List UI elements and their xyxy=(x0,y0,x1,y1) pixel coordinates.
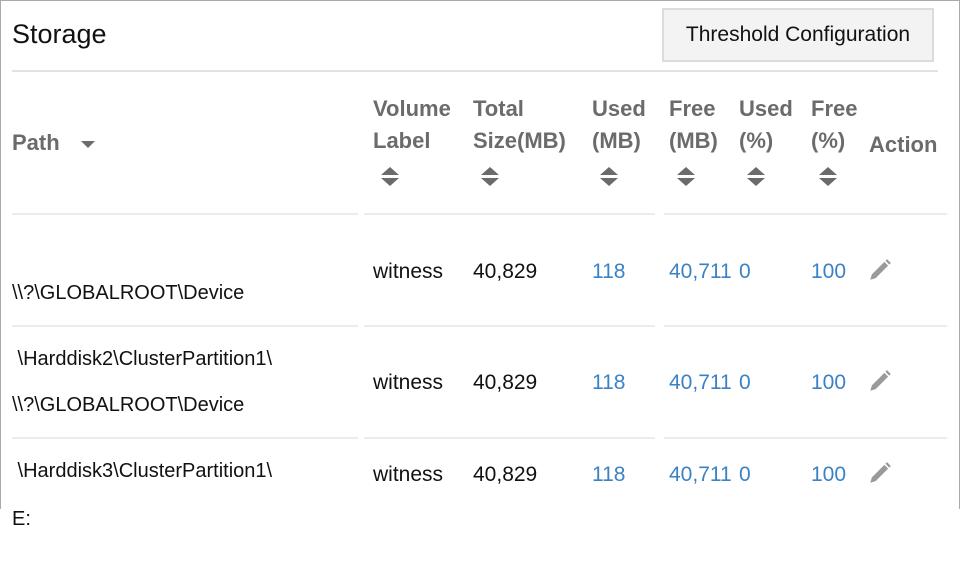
path-cell: E: xyxy=(12,508,31,530)
column-header-used-mb[interactable]: Used (MB) xyxy=(592,93,646,157)
column-header-free-mb[interactable]: Free (MB) xyxy=(669,93,718,157)
sort-icon[interactable] xyxy=(677,167,695,187)
column-header-free-pct[interactable]: Free (%) xyxy=(811,93,857,157)
threshold-configuration-button[interactable]: Threshold Configuration xyxy=(662,8,934,62)
pencil-icon[interactable] xyxy=(867,368,893,394)
column-header-total-size[interactable]: Total Size(MB) xyxy=(473,93,566,157)
used-pct-link[interactable]: 0 xyxy=(739,371,751,395)
free-pct-link[interactable]: 100 xyxy=(811,463,846,487)
used-pct-link[interactable]: 0 xyxy=(739,463,751,487)
sort-icon[interactable] xyxy=(747,167,765,187)
used-pct-link[interactable]: 0 xyxy=(739,260,751,284)
total-size-cell: 40,829 xyxy=(473,371,538,394)
volume-label-cell: witness xyxy=(373,371,444,394)
column-header-used-pct[interactable]: Used (%) xyxy=(739,93,793,157)
pencil-icon[interactable] xyxy=(867,257,893,283)
free-mb-link[interactable]: 40,711 xyxy=(669,463,732,487)
volume-label-cell: witness xyxy=(373,463,444,486)
sort-icon[interactable] xyxy=(381,167,399,187)
sort-desc-icon[interactable] xyxy=(81,141,95,148)
free-pct-link[interactable]: 100 xyxy=(811,371,846,395)
column-header-path[interactable]: Path xyxy=(12,127,60,159)
path-cell: \\?\GLOBALROOT\Device \Harddisk3\Cluster… xyxy=(12,394,273,482)
column-header-action: Action xyxy=(869,132,938,157)
panel-title: Storage xyxy=(12,19,107,49)
used-mb-link[interactable]: 118 xyxy=(592,260,625,284)
sort-icon[interactable] xyxy=(819,167,837,187)
total-size-cell: 40,829 xyxy=(473,260,538,283)
used-mb-link[interactable]: 118 xyxy=(592,463,625,487)
sort-icon[interactable] xyxy=(600,167,618,187)
free-pct-link[interactable]: 100 xyxy=(811,260,846,284)
title-divider xyxy=(12,70,938,72)
column-header-volume-label[interactable]: Volume Label xyxy=(373,93,451,157)
total-size-cell: 40,829 xyxy=(473,463,538,486)
pencil-icon[interactable] xyxy=(867,460,893,486)
free-mb-link[interactable]: 40,711 xyxy=(669,260,732,284)
free-mb-link[interactable]: 40,711 xyxy=(669,371,732,395)
volume-label-cell: witness xyxy=(373,260,444,283)
sort-icon[interactable] xyxy=(481,167,499,187)
used-mb-link[interactable]: 118 xyxy=(592,371,625,395)
